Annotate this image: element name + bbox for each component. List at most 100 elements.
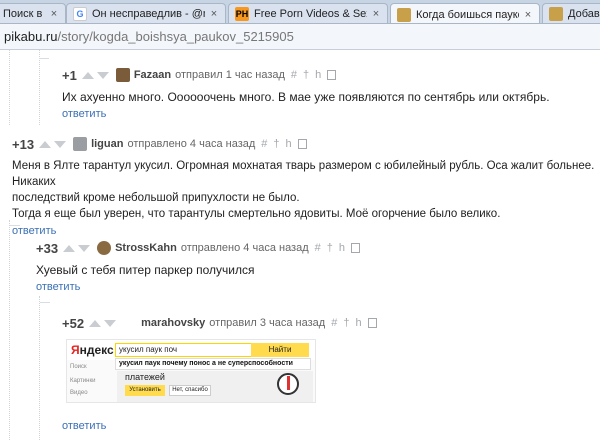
close-icon[interactable]: × [522,9,534,21]
tab-strip: Поиск в G × G Он несправедлив - @m × PH … [0,0,600,24]
comment-time[interactable]: отправлено 4 часа назад [181,242,309,254]
tab-title: Free Porn Videos & Sex M [254,8,367,20]
comment-author[interactable]: marahovsky [141,317,205,329]
comment-header: +1 Fazaan отправил 1 час назад # † h [62,67,592,83]
close-icon[interactable]: × [48,8,60,20]
thread-line [9,50,10,125]
dagger-icon[interactable]: † [327,242,333,254]
reply-link[interactable]: ответить [62,420,106,432]
browser-tab[interactable]: Добави [542,3,600,23]
avatar[interactable] [123,316,138,330]
tab-title: Поиск в G [3,8,45,20]
comment-text-line: Хуевый с тебя питер паркер получился [36,263,255,277]
yandex-side-link: Картинки [70,378,96,384]
record-icon [277,373,299,395]
browser-tab[interactable]: G Он несправедлив - @m × [66,3,226,23]
yandex-header: Яндекс укусил паук поч Найти [67,340,315,360]
thread-marker [40,302,50,303]
address-bar[interactable]: pikabu.ru/story/kogda_boishsya_paukov_52… [0,24,600,50]
comment-header: +52 marahovsky отправил 3 часа назад # †… [62,315,592,331]
comment-text: Их ахуенно много. Оооооочень много. В ма… [62,89,592,105]
comment-text-line: последствий кроме небольшой припухлости … [12,192,300,204]
tab-title: Когда боишься пауков [416,8,519,21]
yandex-no-button: Нет, спасибо [169,385,211,396]
comment-text-line: Меня в Ялте тарантул укусил. Огромная мо… [12,160,595,188]
comments-area: +1 Fazaan отправил 1 час назад # † h Их … [0,50,600,440]
upvote-icon[interactable] [63,244,76,252]
upvote-icon[interactable] [89,319,102,327]
browser-tab[interactable]: Поиск в G × [0,3,66,23]
yandex-side-link: Поиск [70,364,87,370]
h-icon[interactable]: h [315,69,321,81]
ph-icon: PH [235,7,249,21]
save-icon[interactable] [351,243,361,253]
avatar[interactable] [73,137,88,151]
downvote-icon[interactable] [78,244,91,252]
downvote-icon[interactable] [104,319,117,327]
avatar[interactable] [97,241,112,255]
pikabu-icon [397,7,411,22]
tab-title: Добави [568,8,600,20]
close-icon[interactable]: × [370,8,382,20]
comment: +13 liguan отправлено 4 часа назад # † h… [12,136,598,238]
comment-author[interactable]: Fazaan [134,69,171,81]
h-icon[interactable]: h [286,138,292,150]
yandex-side-link: Видео [70,390,88,396]
save-icon[interactable] [327,70,337,80]
hash-icon[interactable]: # [291,69,297,81]
yandex-suggestion: укусил паук почему понос а не суперспосо… [115,358,311,370]
downvote-icon[interactable] [54,140,67,148]
hash-icon[interactable]: # [315,242,321,254]
reply-link[interactable]: ответить [12,225,56,237]
browser-tab-active[interactable]: Когда боишься пауков × [390,3,540,23]
comment-rating: +33 [36,240,59,256]
comment-text-line: Их ахуенно много. Оооооочень много. В ма… [62,90,550,104]
comment: +33 StrossKahn отправлено 4 часа назад #… [36,240,586,293]
comment-rating: +52 [62,315,85,331]
close-icon[interactable]: × [208,8,220,20]
comment-author[interactable]: StrossKahn [115,242,177,254]
tab-title: Он несправедлив - @m [92,8,205,20]
comment-text: Хуевый с тебя питер паркер получился [36,262,586,278]
dagger-icon[interactable]: † [343,317,349,329]
comment-author[interactable]: liguan [91,138,123,150]
google-icon: G [73,7,87,21]
comment-time[interactable]: отправил 3 часа назад [209,317,325,329]
url-host: pikabu.ru [4,29,58,44]
save-icon[interactable] [297,139,307,149]
comment-rating: +13 [12,136,35,152]
comment-rating: +1 [62,67,77,83]
thread-marker [39,58,49,59]
comment-image[interactable]: Яндекс укусил паук поч Найти укусил паук… [66,339,316,403]
comment-text-line: Тогда я еще был уверен, что тарантулы см… [12,208,501,220]
thread-line [39,50,40,125]
h-icon[interactable]: h [355,317,361,329]
yandex-promo-pane: платежей Установить Нет, спасибо [117,371,313,402]
hash-icon[interactable]: # [261,138,267,150]
comment-time[interactable]: отправлено 4 часа назад [127,138,255,150]
avatar[interactable] [115,68,130,82]
hash-icon[interactable]: # [331,317,337,329]
comment: +1 Fazaan отправил 1 час назад # † h Их … [62,67,592,121]
comment-header: +13 liguan отправлено 4 часа назад # † h [12,136,598,152]
yandex-search-button: Найти [251,343,309,357]
reply-link[interactable]: ответить [36,281,80,293]
downvote-icon[interactable] [96,71,109,79]
comment: +52 marahovsky отправил 3 часа назад # †… [62,315,592,331]
upvote-icon[interactable] [39,140,52,148]
h-icon[interactable]: h [339,242,345,254]
url-path: /story/kogda_boishsya_paukov_5215905 [57,29,294,44]
url-field[interactable]: pikabu.ru/story/kogda_boishsya_paukov_52… [4,29,294,44]
reply-link[interactable]: ответить [62,108,106,120]
dagger-icon[interactable]: † [273,138,279,150]
comment-time[interactable]: отправил 1 час назад [175,69,285,81]
thread-line [39,296,40,440]
comment-text: Меня в Ялте тарантул укусил. Огромная мо… [12,158,598,222]
browser-tab[interactable]: PH Free Porn Videos & Sex M × [228,3,388,23]
upvote-icon[interactable] [81,71,94,79]
dagger-icon[interactable]: † [303,69,309,81]
save-icon[interactable] [367,318,377,328]
yandex-logo: Яндекс [71,343,114,357]
thread-line [9,220,10,440]
yandex-pane-title: платежей [125,372,165,382]
